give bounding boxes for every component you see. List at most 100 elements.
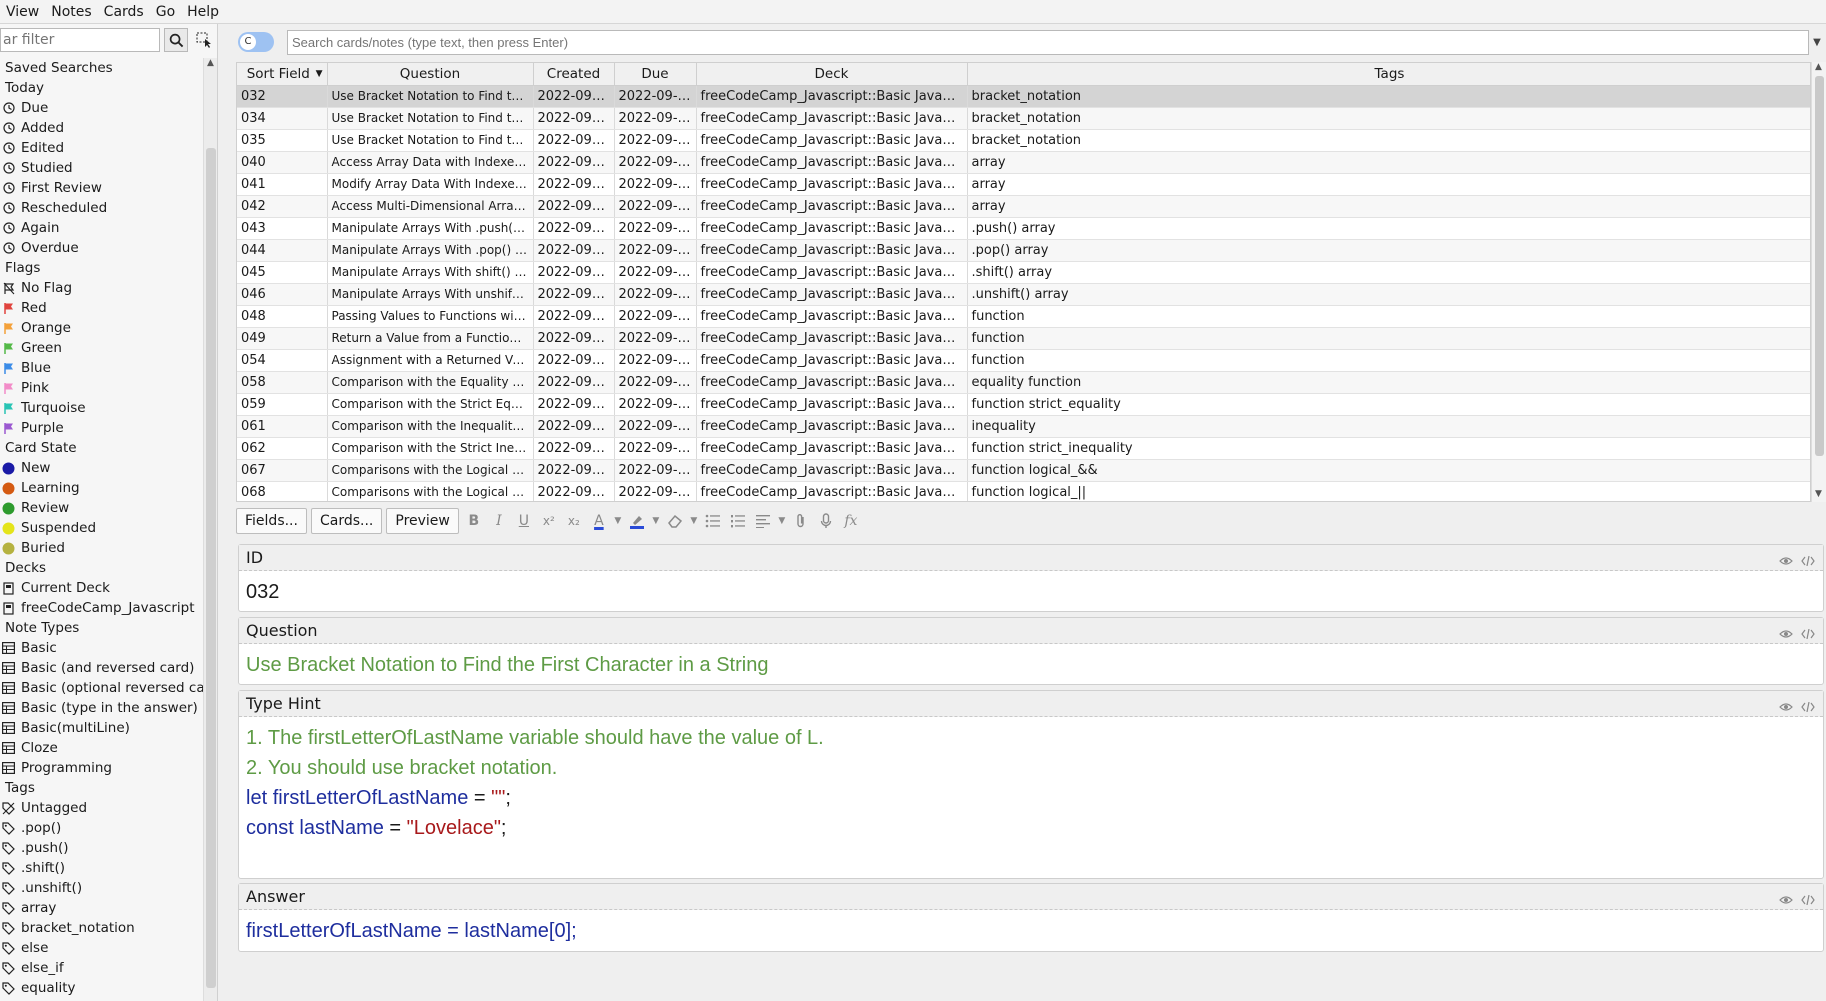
sidebar-item-studied[interactable]: Studied [0, 158, 203, 178]
text-color-dropdown[interactable]: ▼ [613, 508, 623, 534]
sidebar-item-equality[interactable]: equality [0, 978, 203, 998]
table-row[interactable]: 043 Manipulate Arrays With .push() ... 202… [237, 217, 1810, 240]
table-row[interactable]: 061 Comparison with the Inequality Op... 2… [237, 415, 1810, 438]
menu-notes[interactable]: Notes [45, 4, 97, 20]
sidebar-section-saved-searches[interactable]: Saved Searches [0, 58, 203, 78]
sidebar-item-basic-optional-reversed-card[interactable]: Basic (optional reversed card) [0, 678, 203, 698]
table-row[interactable]: 058 Comparison with the Equality Oper... 2… [237, 371, 1810, 394]
code-toggle-icon[interactable] [1801, 551, 1815, 570]
underline-button[interactable]: U [513, 508, 535, 534]
table-row[interactable]: 045 Manipulate Arrays With shift() - ... 2… [237, 261, 1810, 284]
table-row[interactable]: 068 Comparisons with the Logical Or ( ...… [237, 481, 1810, 501]
superscript-button[interactable]: x² [538, 508, 560, 534]
highlight-color-button[interactable] [626, 508, 648, 534]
cards-button[interactable]: Cards... [310, 508, 383, 534]
main-search-input[interactable] [287, 30, 1809, 55]
column-header-deck[interactable]: Deck [696, 63, 968, 86]
eye-icon[interactable] [1779, 890, 1793, 909]
sidebar-item-red[interactable]: Red [0, 298, 203, 318]
sidebar-scroll-thumb[interactable] [206, 148, 216, 988]
sidebar-item-added[interactable]: Added [0, 118, 203, 138]
sidebar-item-basic[interactable]: Basic [0, 638, 203, 658]
column-header-due[interactable]: Due [614, 63, 697, 86]
sidebar-item-learning[interactable]: Learning [0, 478, 203, 498]
table-scrollbar[interactable]: ▲ ▼ [1811, 62, 1826, 502]
table-row[interactable]: 035 Use Bracket Notation to Find the L...… [237, 129, 1810, 152]
code-toggle-icon[interactable] [1801, 624, 1815, 643]
sidebar-item-freecodecamp-javascript[interactable]: freeCodeCamp_Javascript [0, 598, 203, 618]
sidebar-item-due[interactable]: Due [0, 98, 203, 118]
subscript-button[interactable]: x₂ [563, 508, 585, 534]
sidebar-section-note-types[interactable]: Note Types [0, 618, 203, 638]
table-row[interactable]: 040 Access Array Data with Indexes ... 202… [237, 151, 1810, 174]
sidebar-item-green[interactable]: Green [0, 338, 203, 358]
sidebar-item-bracket-notation[interactable]: bracket_notation [0, 918, 203, 938]
field-input-question[interactable]: Use Bracket Notation to Find the First C… [239, 644, 1823, 686]
cards-notes-toggle[interactable]: C [238, 32, 274, 52]
table-row[interactable]: 062 Comparison with the Strict Inequali..… [237, 437, 1810, 460]
sidebar-item-untagged[interactable]: Untagged [0, 798, 203, 818]
sidebar-splitter[interactable] [218, 24, 232, 1001]
clear-formatting-dropdown[interactable]: ▼ [689, 508, 699, 534]
sidebar-scrollbar[interactable]: ▲ [203, 58, 217, 1001]
sidebar-item-basic-and-reversed-card[interactable]: Basic (and reversed card) [0, 658, 203, 678]
sidebar-item-new[interactable]: New [0, 458, 203, 478]
field-input-type-hint[interactable]: 1. The firstLetterOfLastName variable sh… [239, 717, 1823, 849]
sidebar-section-today[interactable]: Today [0, 78, 203, 98]
code-toggle-icon[interactable] [1801, 890, 1815, 909]
column-header-question[interactable]: Question [327, 63, 534, 86]
sidebar-item-review[interactable]: Review [0, 498, 203, 518]
sidebar-item-orange[interactable]: Orange [0, 318, 203, 338]
sidebar-item-rescheduled[interactable]: Rescheduled [0, 198, 203, 218]
menu-go[interactable]: Go [150, 4, 181, 20]
table-row[interactable]: 032 Use Bracket Notation to Find the Fi..… [237, 85, 1810, 108]
sidebar-item-first-review[interactable]: First Review [0, 178, 203, 198]
column-header-created[interactable]: Created [533, 63, 615, 86]
sidebar-item-basic-type-in-the-answer[interactable]: Basic (type in the answer) [0, 698, 203, 718]
sidebar-item-no-flag[interactable]: No Flag [0, 278, 203, 298]
eye-icon[interactable] [1779, 697, 1793, 716]
highlight-color-dropdown[interactable]: ▼ [651, 508, 661, 534]
column-header-tags[interactable]: Tags [967, 63, 1810, 86]
search-history-dropdown[interactable]: ▼ [1808, 30, 1826, 55]
sidebar-item-programming[interactable]: Programming [0, 758, 203, 778]
alignment-button[interactable] [752, 508, 774, 534]
table-row[interactable]: 049 Return a Value from a Function wit...… [237, 327, 1810, 350]
sidebar-item-edited[interactable]: Edited [0, 138, 203, 158]
table-row[interactable]: 041 Modify Array Data With Indexes ... 202… [237, 173, 1810, 196]
preview-button[interactable]: Preview [386, 508, 459, 534]
sidebar-item-else[interactable]: else [0, 938, 203, 958]
sidebar-section-decks[interactable]: Decks [0, 558, 203, 578]
table-row[interactable]: 067 Comparisons with the Logical And ... 2… [237, 459, 1810, 482]
sidebar-select-tool-button[interactable] [192, 28, 216, 52]
sidebar-item-again[interactable]: Again [0, 218, 203, 238]
sidebar-item-suspended[interactable]: Suspended [0, 518, 203, 538]
sidebar-section-flags[interactable]: Flags [0, 258, 203, 278]
sidebar-item-basic-multiline[interactable]: Basic(multiLine) [0, 718, 203, 738]
bold-button[interactable]: B [463, 508, 485, 534]
sidebar-item-cloze[interactable]: Cloze [0, 738, 203, 758]
field-input-answer[interactable]: firstLetterOfLastName = lastName[0]; [239, 910, 1823, 952]
sidebar-item-pop[interactable]: .pop() [0, 818, 203, 838]
sidebar-item-blue[interactable]: Blue [0, 358, 203, 378]
menu-cards[interactable]: Cards [98, 4, 150, 20]
sidebar-item-else-if[interactable]: else_if [0, 958, 203, 978]
italic-button[interactable]: I [488, 508, 510, 534]
eye-icon[interactable] [1779, 624, 1793, 643]
ordered-list-button[interactable] [727, 508, 749, 534]
text-color-button[interactable]: A [588, 508, 610, 534]
table-row[interactable]: 044 Manipulate Arrays With .pop() - ... 20… [237, 239, 1810, 262]
table-row[interactable]: 059 Comparison with the Strict Equality..… [237, 393, 1810, 416]
eye-icon[interactable] [1779, 551, 1793, 570]
sidebar-item-current-deck[interactable]: Current Deck [0, 578, 203, 598]
code-toggle-icon[interactable] [1801, 697, 1815, 716]
sidebar-item-pink[interactable]: Pink [0, 378, 203, 398]
sidebar-filter-input[interactable] [0, 28, 160, 52]
column-header-sort-field[interactable]: Sort Field ▼ [237, 63, 328, 86]
sidebar-item-overdue[interactable]: Overdue [0, 238, 203, 258]
menu-view[interactable]: View [0, 4, 45, 20]
sidebar-section-card-state[interactable]: Card State [0, 438, 203, 458]
scroll-down-arrow-icon[interactable]: ▼ [1815, 489, 1822, 499]
sidebar-section-tags[interactable]: Tags [0, 778, 203, 798]
clear-formatting-button[interactable] [664, 508, 686, 534]
